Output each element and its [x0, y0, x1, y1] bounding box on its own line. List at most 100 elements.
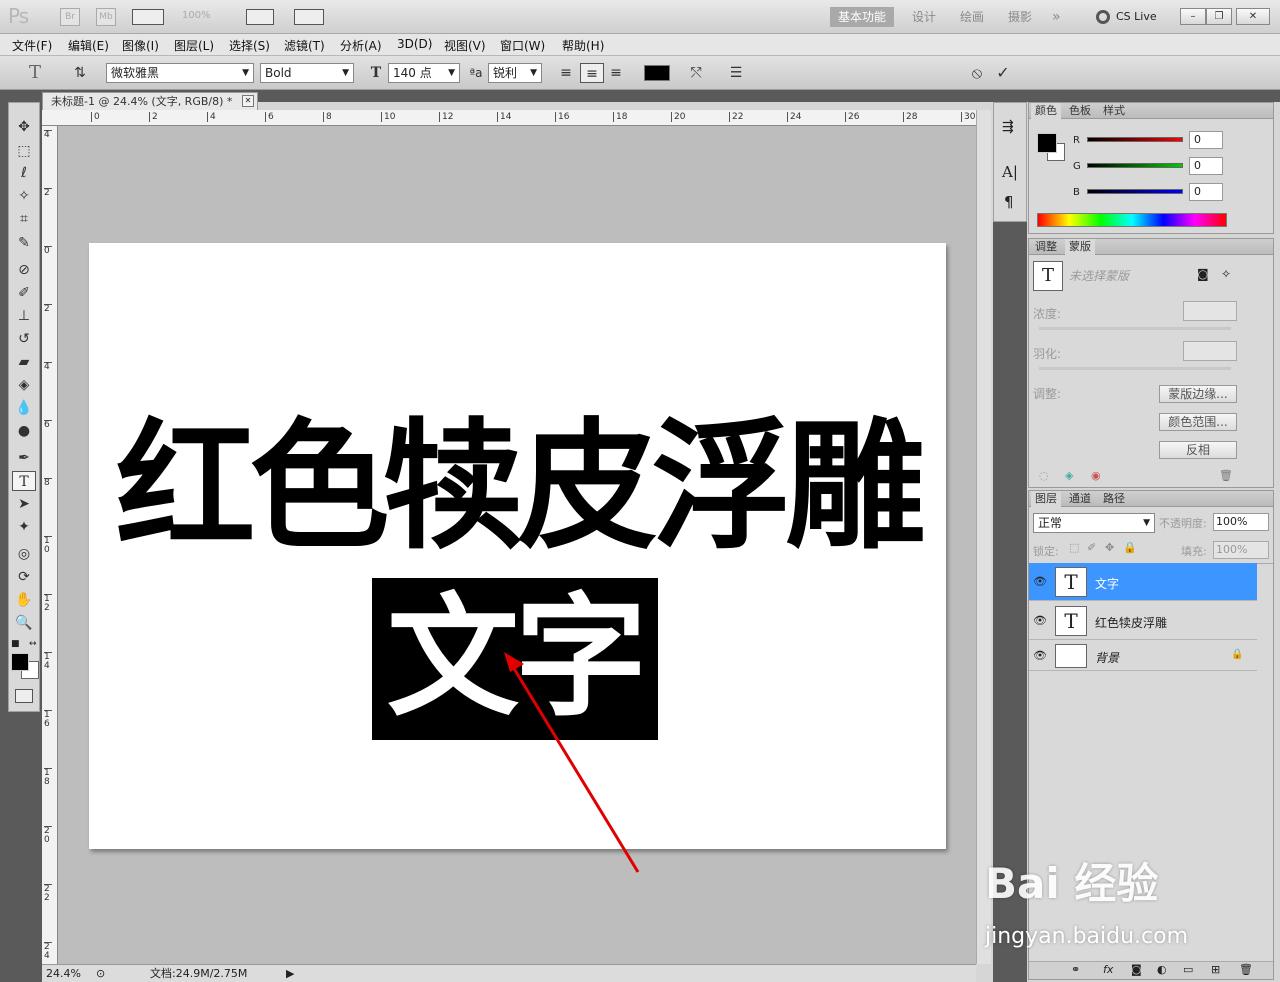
workspace-essentials[interactable]: 基本功能	[830, 7, 895, 27]
adjustment-layer-icon[interactable]: ◐	[1157, 963, 1167, 976]
menu-view[interactable]: 视图(V)	[444, 37, 486, 54]
tab-layers[interactable]: 图层	[1031, 491, 1061, 507]
restore-button[interactable]: ❐	[1206, 8, 1232, 25]
status-menu-arrow-icon[interactable]: ▶	[286, 966, 294, 982]
quick-select-tool-icon[interactable]: ✧	[12, 186, 36, 206]
add-mask-icon[interactable]: ◙	[1131, 963, 1142, 976]
toggle-text-orientation-icon[interactable]: ⇅	[70, 63, 90, 83]
tab-paths[interactable]: 路径	[1099, 491, 1129, 507]
channel-b-input[interactable]: 0	[1189, 183, 1223, 201]
quick-mask-icon[interactable]	[15, 689, 33, 703]
tab-color[interactable]: 颜色	[1031, 103, 1061, 119]
eyedropper-tool-icon[interactable]: ✎	[12, 233, 36, 253]
eye-icon[interactable]: 👁	[1033, 575, 1047, 589]
tab-masks[interactable]: 蒙版	[1065, 239, 1095, 255]
brush-tool-icon[interactable]: ✐	[12, 283, 36, 303]
color-spectrum-ramp[interactable]	[1037, 213, 1227, 227]
feather-input[interactable]	[1183, 341, 1237, 361]
pixel-mask-icon[interactable]: ◙	[1197, 267, 1209, 281]
shape-tool-icon[interactable]: ✦	[12, 517, 36, 537]
type-tool-preset-icon[interactable]: T	[20, 63, 50, 83]
dodge-tool-icon[interactable]: ●	[12, 421, 36, 441]
load-selection-icon[interactable]: ◌	[1039, 469, 1049, 482]
vertical-scrollbar[interactable]	[976, 110, 991, 964]
delete-mask-icon[interactable]: 🗑	[1219, 469, 1233, 482]
3d-rotate-tool-icon[interactable]: ◎	[12, 544, 36, 564]
feather-slider[interactable]	[1039, 367, 1231, 370]
tab-channels[interactable]: 通道	[1065, 491, 1095, 507]
invert-button[interactable]: 反相	[1159, 441, 1237, 459]
history-panel-icon[interactable]: ⇶	[1002, 119, 1014, 135]
menu-filter[interactable]: 滤镜(T)	[284, 37, 325, 54]
channel-g-slider[interactable]	[1087, 163, 1183, 168]
commit-edits-icon[interactable]: ✓	[992, 63, 1014, 83]
color-foreground-swatch[interactable]	[1037, 133, 1057, 153]
mini-bridge-button[interactable]: Mb	[96, 8, 116, 26]
color-range-button[interactable]: 颜色范围...	[1159, 413, 1237, 431]
arrange-documents-icon[interactable]	[246, 9, 274, 25]
new-group-icon[interactable]: ▭	[1183, 963, 1193, 976]
lock-position-icon[interactable]: ✥	[1105, 541, 1114, 554]
menu-edit[interactable]: 编辑(E)	[68, 37, 109, 54]
workspace-design[interactable]: 设计	[912, 7, 936, 27]
fill-input[interactable]: 100%	[1213, 541, 1269, 559]
lasso-tool-icon[interactable]: ℓ	[12, 163, 36, 183]
density-slider[interactable]	[1039, 327, 1231, 330]
layer-style-icon[interactable]: fx	[1103, 963, 1113, 976]
minimize-button[interactable]: –	[1180, 8, 1206, 25]
history-brush-tool-icon[interactable]: ↺	[12, 329, 36, 349]
crop-tool-icon[interactable]: ⌗	[12, 209, 36, 229]
menu-layer[interactable]: 图层(L)	[174, 37, 214, 54]
character-panel-icon[interactable]: A|	[1002, 163, 1018, 181]
menu-3d[interactable]: 3D(D)	[397, 37, 432, 51]
blur-tool-icon[interactable]: 💧	[12, 398, 36, 418]
lock-all-icon[interactable]: 🔒	[1123, 541, 1137, 554]
cancel-edits-icon[interactable]: ⦸	[966, 63, 988, 83]
bridge-button[interactable]: Br	[60, 8, 80, 26]
tab-styles[interactable]: 样式	[1099, 103, 1129, 119]
headline-text-layer[interactable]: 红色犊皮浮雕	[89, 408, 946, 568]
menu-select[interactable]: 选择(S)	[229, 37, 270, 54]
warp-text-icon[interactable]: ⤲	[686, 63, 706, 83]
antialias-select[interactable]: 锐利 ▼	[488, 63, 542, 83]
blend-mode-select[interactable]: 正常 ▼	[1033, 513, 1155, 533]
menu-image[interactable]: 图像(I)	[122, 37, 159, 54]
align-right-icon[interactable]: ≡	[606, 63, 626, 83]
layer-row-headline[interactable]: 👁 T 红色犊皮浮雕	[1029, 602, 1257, 640]
align-left-icon[interactable]: ≡	[556, 63, 576, 83]
3d-orbit-tool-icon[interactable]: ⟳	[12, 567, 36, 587]
link-layers-icon[interactable]: ⚭	[1071, 963, 1080, 976]
text-color-swatch[interactable]	[644, 65, 670, 81]
default-colors-icon[interactable]: ■	[11, 639, 20, 649]
document-tab[interactable]: 未标题-1 @ 24.4% (文字, RGB/8) *	[42, 92, 258, 111]
workspace-painting[interactable]: 绘画	[960, 7, 984, 27]
marquee-tool-icon[interactable]: ⬚	[12, 141, 36, 161]
move-tool-icon[interactable]: ✥	[12, 117, 36, 137]
workspace-photography[interactable]: 摄影	[1008, 7, 1032, 27]
close-document-icon[interactable]: ✕	[242, 95, 254, 107]
hand-tool-icon[interactable]: ✋	[12, 590, 36, 610]
font-size-select[interactable]: 140 点 ▼	[388, 63, 460, 83]
channel-b-slider[interactable]	[1087, 189, 1183, 194]
tab-adjustments[interactable]: 调整	[1031, 239, 1061, 255]
font-family-select[interactable]: 微软雅黑 ▼	[106, 63, 254, 83]
zoom-level-select[interactable]: 100%	[182, 10, 211, 21]
lock-image-icon[interactable]: ✐	[1087, 541, 1096, 554]
view-extras-icon[interactable]	[132, 9, 164, 25]
screen-mode-icon[interactable]	[294, 9, 324, 25]
opacity-input[interactable]: 100%	[1213, 513, 1269, 531]
density-input[interactable]	[1183, 301, 1237, 321]
pen-tool-icon[interactable]: ✒	[12, 448, 36, 468]
layer-row-background[interactable]: 👁 背景 🔒	[1029, 641, 1257, 671]
new-layer-icon[interactable]: ⊞	[1211, 963, 1220, 976]
status-zoom[interactable]: 24.4%	[46, 966, 81, 982]
font-style-select[interactable]: Bold ▼	[260, 63, 354, 83]
close-button[interactable]: ✕	[1236, 8, 1270, 25]
menu-file[interactable]: 文件(F)	[12, 37, 52, 54]
foreground-color-swatch[interactable]	[11, 653, 29, 671]
character-panel-icon[interactable]: ☰	[726, 63, 746, 83]
clone-stamp-tool-icon[interactable]: ⊥	[12, 306, 36, 326]
healing-brush-tool-icon[interactable]: ⊘	[12, 260, 36, 280]
delete-layer-icon[interactable]: 🗑	[1239, 963, 1253, 976]
paragraph-panel-icon[interactable]: ¶	[1004, 193, 1014, 211]
